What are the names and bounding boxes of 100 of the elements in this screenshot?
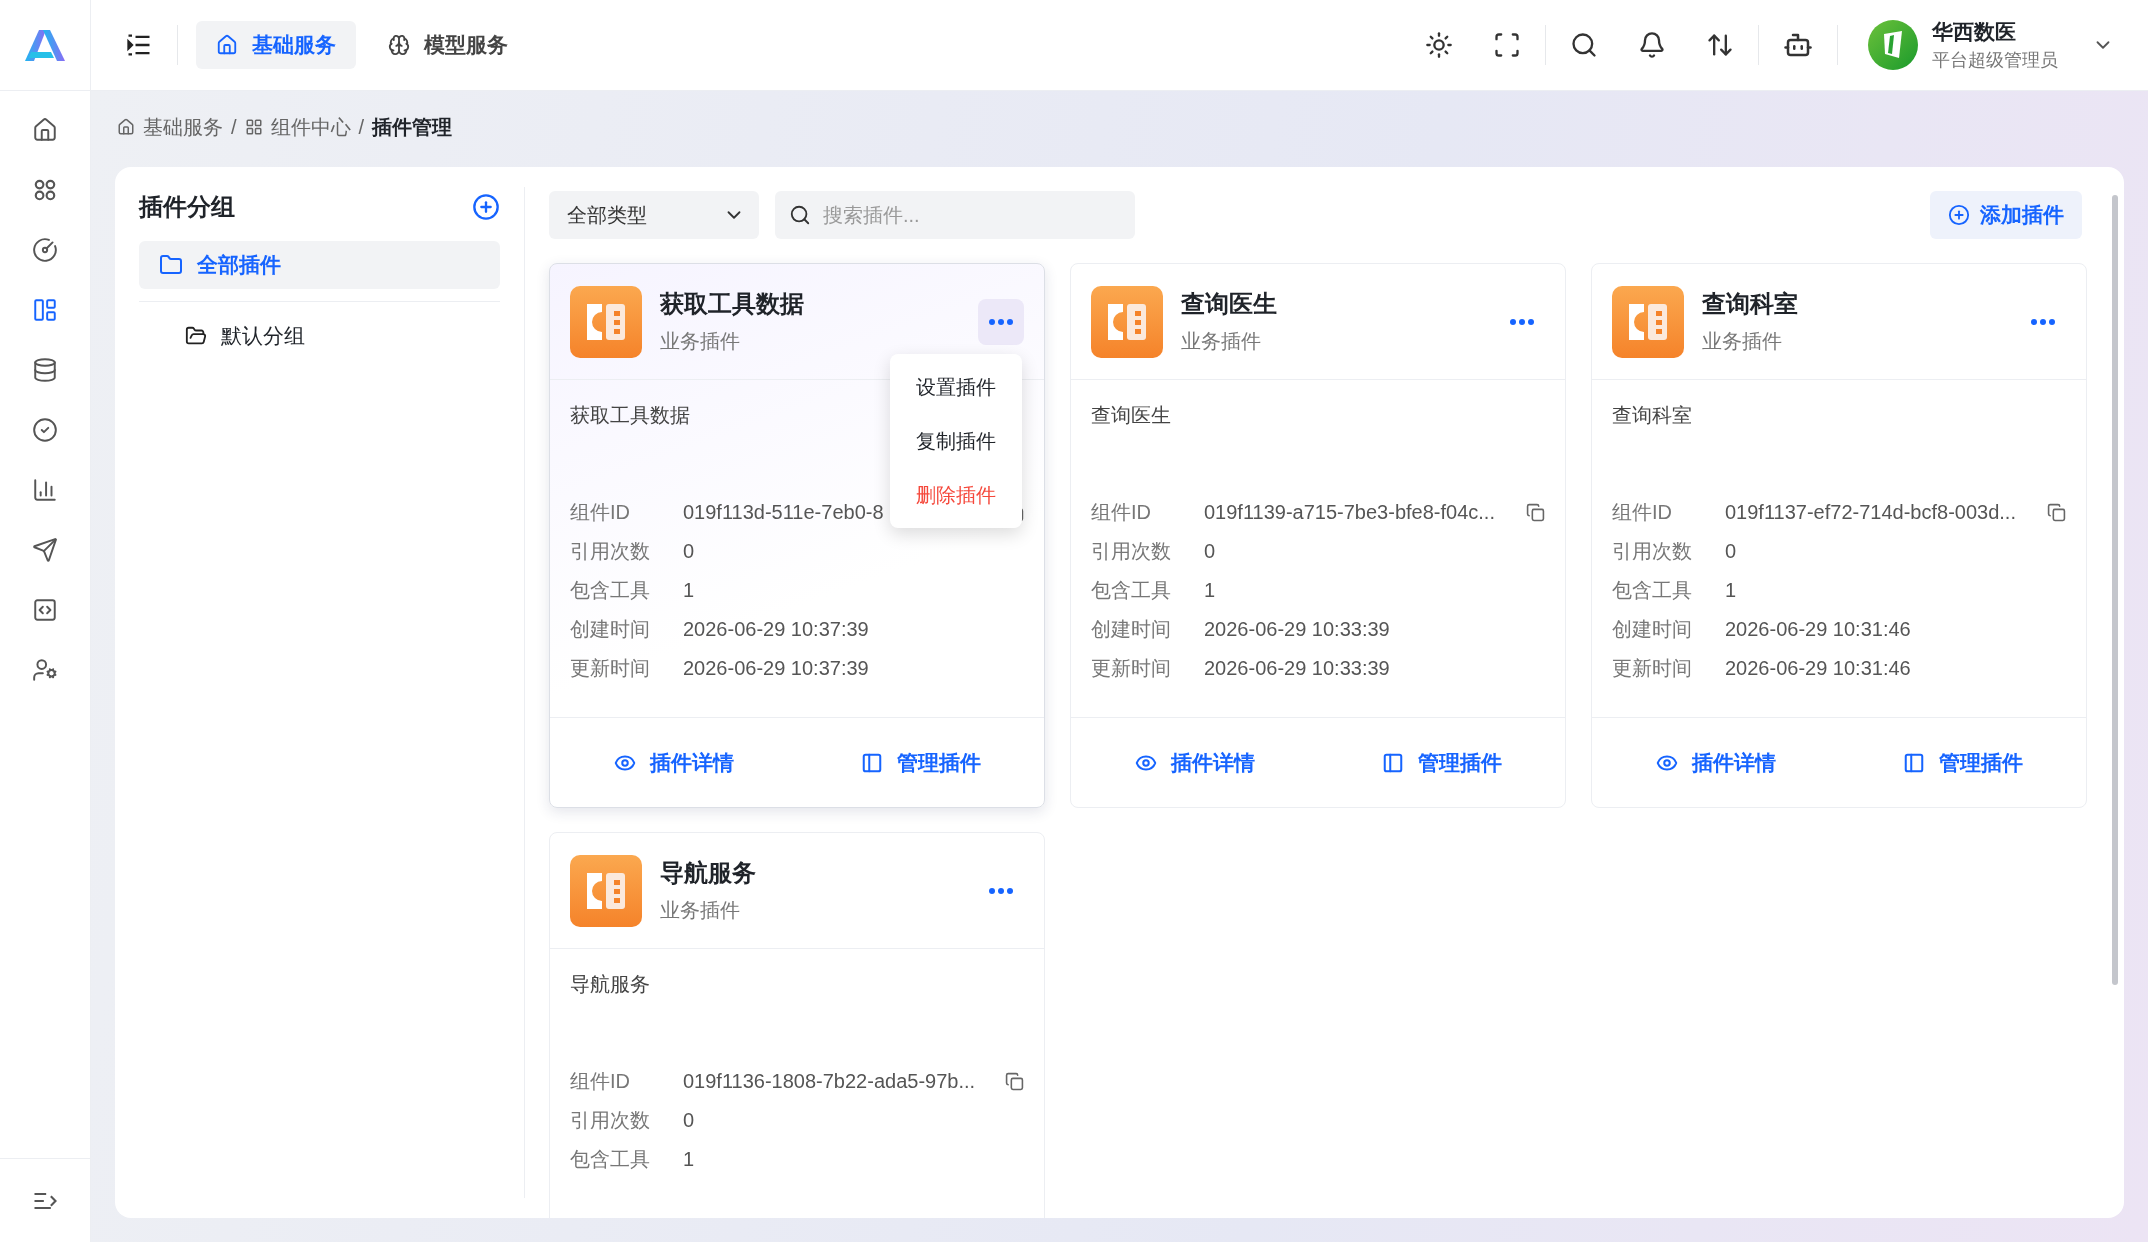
- gauge-icon: [32, 237, 58, 263]
- field-label: 包含工具: [570, 1146, 651, 1172]
- folder-icon: [159, 253, 183, 277]
- plugin-type: 业务插件: [1702, 329, 1783, 354]
- field-value: 2026-06-29 10:31:46: [1725, 617, 1911, 641]
- database-icon: [32, 357, 58, 383]
- group-item[interactable]: 默认分组: [139, 312, 500, 360]
- field-label: 组件ID: [1612, 499, 1673, 525]
- menu-item[interactable]: 设置插件: [890, 360, 1022, 414]
- field-value: 1: [683, 578, 695, 602]
- field-value: 2026-06-29 10:37:39: [683, 656, 869, 680]
- field-value: 2026-06-29 10:33:39: [1204, 617, 1390, 641]
- group-item[interactable]: 全部插件: [139, 241, 500, 289]
- nav-tab[interactable]: 模型服务: [368, 21, 528, 69]
- panel-icon: [860, 751, 883, 774]
- user-name: 华西数医: [1932, 19, 2017, 45]
- user-role: 平台超级管理员: [1932, 49, 2058, 72]
- breadcrumb-link[interactable]: 组件中心: [244, 113, 351, 141]
- paper-plane-icon: [32, 537, 58, 563]
- home-icon: [117, 118, 135, 136]
- breadcrumb-separator: /: [358, 115, 365, 139]
- plugin-description: 导航服务: [570, 972, 650, 997]
- manage-link[interactable]: 管理插件: [854, 747, 987, 778]
- field-label: 引用次数: [570, 538, 651, 564]
- logo-icon: [23, 28, 67, 62]
- field-value: 019f113d-511e-7eb0-8: [683, 500, 884, 524]
- copy-icon[interactable]: [2047, 502, 2066, 522]
- grid-icon: [244, 118, 263, 136]
- plugin-icon: [1612, 285, 1684, 358]
- search-icon: [789, 204, 811, 226]
- plugin-type: 业务插件: [660, 898, 741, 923]
- copy-icon[interactable]: [1005, 1071, 1024, 1091]
- group-label: 全部插件: [197, 252, 281, 278]
- field-value: 0: [1204, 539, 1216, 563]
- field-label: 包含工具: [570, 577, 651, 603]
- ellipsis-icon: [989, 887, 1013, 894]
- field-label: 创建时间: [1612, 616, 1693, 642]
- copy-icon[interactable]: [1526, 502, 1545, 522]
- field-value: 2026-06-29 10:37:39: [683, 617, 869, 641]
- add-plugin-button[interactable]: 添加插件: [1930, 191, 2082, 239]
- home-icon: [32, 117, 58, 143]
- plugin-name: 查询科室: [1702, 289, 1798, 319]
- type-select[interactable]: 全部类型: [549, 191, 759, 239]
- code-icon: [32, 597, 58, 623]
- details-link[interactable]: 插件详情: [607, 747, 740, 778]
- plus-circle-icon: [1948, 204, 1970, 226]
- field-value: 1: [1725, 578, 1737, 602]
- plugin-description: 获取工具数据: [570, 403, 690, 428]
- add-group-icon[interactable]: [472, 193, 500, 221]
- menu-item[interactable]: 复制插件: [890, 414, 1022, 468]
- plugin-type: 业务插件: [1181, 329, 1262, 354]
- field-value: 0: [683, 1108, 695, 1132]
- field-value: 0: [683, 539, 695, 563]
- panel-icon: [1381, 751, 1404, 774]
- field-value: 019f1136-1808-7b22-ada5-97b...: [683, 1069, 976, 1093]
- nav-tab[interactable]: 基础服务: [196, 21, 356, 69]
- plugin-name: 查询医生: [1181, 289, 1277, 319]
- field-value: 1: [683, 1147, 695, 1171]
- field-label: 引用次数: [1612, 538, 1693, 564]
- more-button[interactable]: [978, 298, 1024, 345]
- group-label: 默认分组: [221, 323, 305, 349]
- details-link[interactable]: 插件详情: [1649, 747, 1782, 778]
- plugin-icon: [1091, 285, 1163, 358]
- check-circle-icon: [32, 417, 58, 443]
- folder-open-icon: [185, 325, 207, 347]
- breadcrumb-separator: /: [231, 115, 237, 139]
- manage-link[interactable]: 管理插件: [1375, 747, 1508, 778]
- panel-icon: [1902, 751, 1925, 774]
- plugin-type: 业务插件: [660, 329, 741, 354]
- field-value: 1: [1204, 578, 1216, 602]
- field-value: 2026-06-29 10:33:39: [1204, 656, 1390, 680]
- field-value: 019f1139-a715-7be3-bfe8-f04c...: [1204, 500, 1495, 524]
- field-label: 引用次数: [570, 1107, 651, 1133]
- field-value: 019f1137-ef72-714d-bcf8-003d...: [1725, 500, 2016, 524]
- plugin-icon: [570, 285, 642, 358]
- field-label: 包含工具: [1091, 577, 1172, 603]
- details-link[interactable]: 插件详情: [1128, 747, 1261, 778]
- field-label: 包含工具: [1612, 577, 1693, 603]
- home-icon: [216, 34, 238, 56]
- avatar-icon[interactable]: [1868, 20, 1918, 70]
- plugin-icon: [570, 854, 642, 927]
- field-label: 更新时间: [1612, 655, 1693, 681]
- plugin-description: 查询医生: [1091, 403, 1171, 428]
- field-value: 2026-06-29 10:31:46: [1725, 656, 1911, 680]
- groups-title: 插件分组: [139, 192, 235, 222]
- plugin-description: 查询科室: [1612, 403, 1692, 428]
- apps-icon: [32, 177, 58, 203]
- breadcrumb-link[interactable]: 基础服务: [117, 113, 223, 141]
- manage-link[interactable]: 管理插件: [1896, 747, 2029, 778]
- search-field[interactable]: 搜索插件...: [775, 191, 1135, 239]
- scrollbar-thumb[interactable]: [2112, 195, 2118, 985]
- user-settings-icon: [32, 657, 58, 683]
- breadcrumb-current: 插件管理: [372, 114, 453, 140]
- brain-icon: [388, 34, 410, 56]
- ellipsis-icon: [1510, 318, 1534, 325]
- field-value: 0: [1725, 539, 1737, 563]
- field-label: 组件ID: [570, 499, 631, 525]
- bar-chart-icon: [32, 477, 58, 503]
- ellipsis-icon: [2031, 318, 2055, 325]
- field-label: 更新时间: [1091, 655, 1172, 681]
